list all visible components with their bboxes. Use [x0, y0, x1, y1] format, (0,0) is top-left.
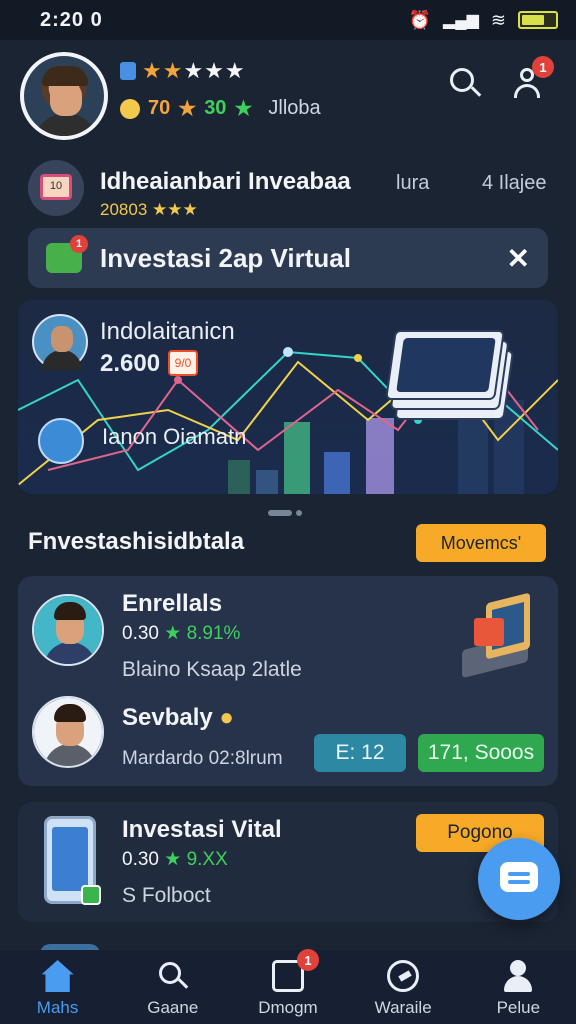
promo-banner[interactable]: 1 Investasi 2ap Virtual ✕ [28, 228, 548, 288]
hero-card[interactable]: Indolaitanicn 2.600 9/0 Ianon Oiamatn [18, 300, 558, 494]
search-icon [157, 960, 189, 992]
nav-item-portfolio[interactable]: 1 Dmogm [230, 949, 345, 1024]
battery-icon [518, 11, 558, 29]
nav-badge: 1 [296, 949, 319, 971]
profile-icon [502, 960, 534, 992]
hero-title: Indolaitanicn [100, 318, 235, 345]
calendar-icon: 10 [28, 160, 84, 216]
nav-label: Mahs [36, 998, 79, 1017]
avatar [32, 594, 104, 666]
info-title: Idheaianbari Inveabaa [100, 168, 351, 195]
hero-avatar [32, 314, 88, 370]
info-meta-2: 4 Ilajee [482, 172, 547, 194]
star-rating: ★★★★★ [142, 58, 246, 83]
search-button[interactable] [448, 66, 484, 102]
status-time: 2:20 0 [40, 8, 103, 31]
signal-icon: ▂▄▆ [442, 12, 479, 29]
nav-item-profile[interactable]: Pelue [461, 950, 576, 1024]
list-item-title[interactable]: Sevbaly ● [122, 704, 234, 732]
home-icon [41, 960, 74, 992]
banner-badge: 1 [70, 235, 88, 253]
status-icons: ⏰ ▂▄▆ ≋ [409, 10, 558, 31]
card-change: 0.30 ★ 9.XX [122, 849, 228, 870]
bottom-nav: Mahs Gaane 1 Dmogm Waraile Pelue [0, 949, 576, 1024]
nav-label: Waraile [374, 998, 432, 1017]
badge-icon [120, 62, 136, 80]
list-item-desc: Blaino Ksaap 2latle [122, 658, 302, 681]
info-row[interactable]: 10 Idheaianbari Inveabaa 20803 ★★★ lura … [28, 160, 558, 224]
hero-label: Ianon Oiamatn [102, 424, 247, 449]
nav-label: Pelue [496, 998, 541, 1017]
nav-label: Dmogm [258, 998, 318, 1017]
star-icon: ★ [234, 98, 253, 120]
wallet-icon [387, 960, 420, 992]
investment-list-card: Enrellals 0.30 ★ 8.91% Blaino Ksaap 2lat… [18, 576, 558, 786]
status-bar: 2:20 0 ⏰ ▂▄▆ ≋ [0, 0, 576, 40]
nav-label: Gaane [147, 998, 199, 1017]
wifi-icon: ≋ [490, 9, 506, 30]
hero-graph-icon [38, 418, 84, 464]
star-icon: ★ [178, 98, 197, 120]
nav-item-search[interactable]: Gaane [115, 950, 230, 1024]
chat-icon: 1 [46, 235, 88, 273]
nav-item-wallet[interactable]: Waraile [346, 950, 461, 1024]
list-item-title[interactable]: Enrellals [122, 590, 222, 618]
close-icon[interactable]: ✕ [507, 242, 530, 275]
hero-number-badge: 9/0 [168, 350, 198, 376]
avatar[interactable] [20, 52, 108, 140]
card-title: Investasi Vital [122, 816, 282, 843]
stat-orange: 70 [148, 97, 171, 119]
banner-text: Investasi 2ap Virtual [100, 242, 351, 273]
nav-item-home[interactable]: Mahs [0, 950, 115, 1024]
stat-green: 30 [204, 97, 227, 119]
section-title: Fnvestashisidbtala [28, 528, 245, 555]
carousel-pager[interactable] [268, 510, 302, 516]
dashboard-illustration [378, 310, 523, 420]
chip-count[interactable]: 171, Sooos [418, 734, 544, 772]
server-illustration [458, 592, 538, 684]
stat-text: Jlloba [268, 97, 321, 119]
notification-badge: 1 [532, 56, 554, 78]
stats-row: 70 ★ 30 ★ Jlloba [120, 96, 321, 121]
coin-icon [120, 98, 140, 119]
avatar [32, 696, 104, 768]
user-button[interactable]: 1 [510, 56, 554, 102]
chat-icon [500, 862, 538, 892]
emoji-icon: ● [219, 704, 234, 731]
rating-row: ★★★★★ [120, 58, 246, 84]
section-button[interactable]: Movemcs' [416, 524, 546, 562]
list-item-desc: Mardardo 02:8lrum [122, 748, 283, 769]
card-desc: S Folboct [122, 884, 211, 907]
hero-number: 2.600 [100, 350, 161, 377]
investment-card[interactable]: Investasi Vital 0.30 ★ 9.XX S Folboct Po… [18, 802, 558, 922]
alarm-icon: ⏰ [408, 9, 431, 30]
chip-value[interactable]: E: 12 [314, 734, 406, 772]
info-subtitle: 20803 ★★★ [100, 200, 198, 219]
list-item-change: 0.30 ★ 8.91% [122, 623, 241, 644]
chat-fab[interactable] [478, 838, 560, 920]
info-meta-1: lura [396, 172, 430, 194]
portfolio-icon: 1 [271, 949, 319, 992]
profile-header: ★★★★★ 70 ★ 30 ★ Jlloba 1 [20, 52, 556, 144]
phone-illustration [44, 816, 101, 905]
